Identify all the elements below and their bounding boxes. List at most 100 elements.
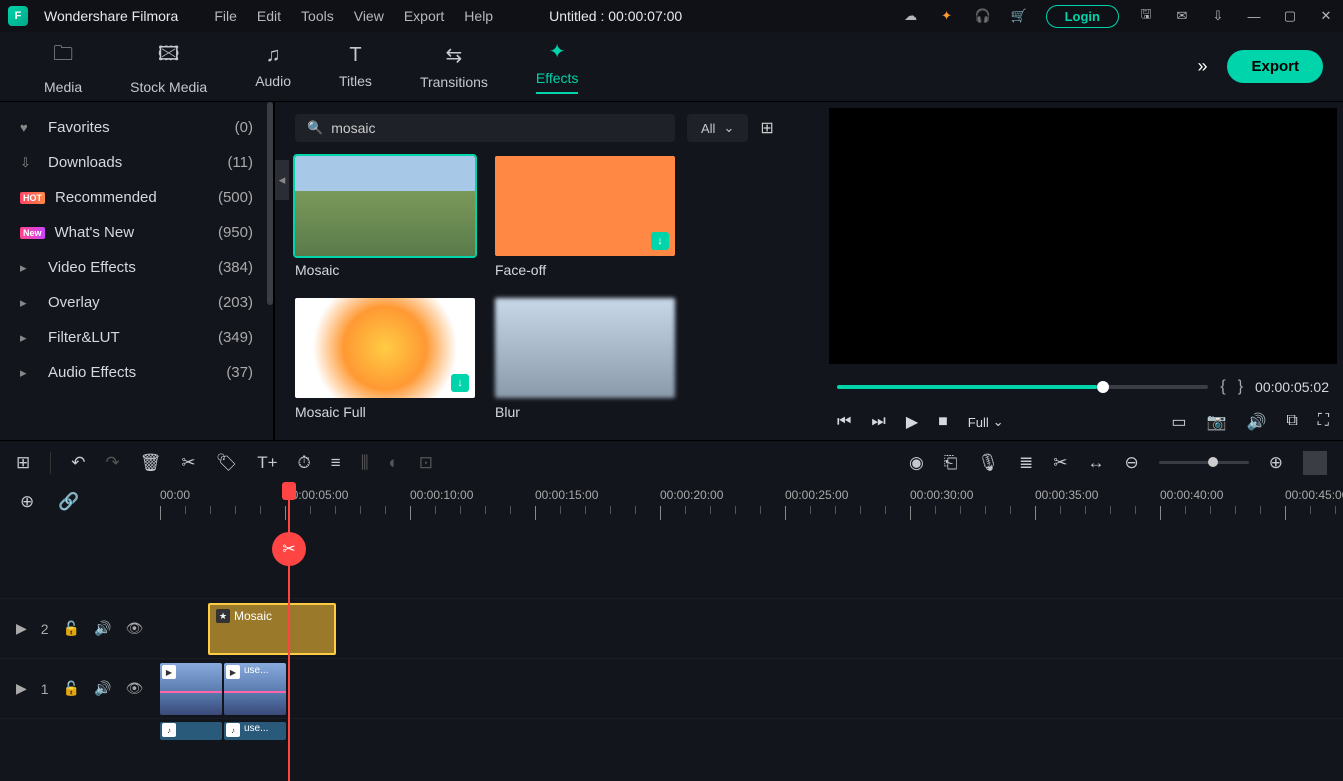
auto-ripple-icon[interactable]: ✂ [1053, 453, 1067, 473]
sidebar-filter-lut[interactable]: ▸ Filter&LUT (349) [0, 320, 273, 355]
zoom-slider[interactable] [1159, 461, 1249, 464]
snapshot-icon[interactable]: 📷 [1207, 412, 1227, 432]
mute-icon[interactable]: 🔊 [94, 620, 111, 637]
step-fwd-icon[interactable]: ⏭ [871, 413, 885, 431]
login-button[interactable]: Login [1046, 5, 1119, 28]
sparkle-icon[interactable]: ✦ [938, 7, 956, 25]
tag-icon[interactable]: 🏷 [216, 453, 238, 473]
maximize-icon[interactable]: ▢ [1281, 7, 1299, 25]
render-button[interactable] [1303, 451, 1327, 475]
eye-icon[interactable]: 👁 [125, 620, 143, 637]
sidebar-favorites[interactable]: ♥ Favorites (0) [0, 110, 273, 145]
effect-card-faceoff[interactable]: ↓ Face-off [495, 156, 675, 278]
download-icon[interactable]: ⇩ [1209, 7, 1227, 25]
sidebar-scrollbar[interactable] [267, 102, 273, 305]
sidebar-video-effects[interactable]: ▸ Video Effects (384) [0, 250, 273, 285]
lock-icon[interactable]: 🔓 [63, 680, 80, 697]
close-icon[interactable]: ✕ [1317, 7, 1335, 25]
mark-in-icon[interactable]: { [1220, 378, 1225, 396]
sidebar-downloads[interactable]: ⇩ Downloads (11) [0, 145, 273, 180]
redo-icon[interactable]: ↷ [106, 453, 120, 473]
scrub-handle[interactable] [1097, 381, 1109, 393]
search-input[interactable] [331, 120, 663, 136]
quality-dropdown[interactable]: Full ⌄ [968, 414, 1004, 430]
eye-icon[interactable]: 👁 [125, 680, 143, 697]
menu-file[interactable]: File [214, 8, 237, 24]
cloud-icon[interactable]: ☁ [902, 7, 920, 25]
add-text-icon[interactable]: T+ [257, 453, 277, 473]
menu-edit[interactable]: Edit [257, 8, 281, 24]
audio-clip[interactable]: ♪ [160, 722, 222, 740]
headset-icon[interactable]: 🎧 [974, 7, 992, 25]
cart-icon[interactable]: 🛒 [1010, 7, 1028, 25]
tab-media[interactable]: 🗀 Media [20, 39, 106, 95]
download-badge-icon[interactable]: ↓ [451, 374, 469, 392]
step-back-icon[interactable]: ⏮ [837, 413, 851, 431]
stop-icon[interactable]: ■ [938, 413, 948, 431]
crop-icon[interactable]: ⊡ [419, 453, 433, 473]
sidebar-collapse-button[interactable]: ◂ [275, 160, 289, 200]
split-handle-icon[interactable]: ✂ [272, 532, 306, 566]
tab-effects[interactable]: ✦ Effects [512, 39, 603, 94]
video-clip[interactable]: ▶use... [224, 663, 286, 715]
timeline-ruler[interactable]: 00:0000:00:05:0000:00:10:0000:00:15:0000… [160, 484, 1343, 524]
preview-scrubber[interactable] [837, 385, 1208, 389]
sidebar-recommended[interactable]: HOT Recommended (500) [0, 180, 273, 215]
delete-icon[interactable]: 🗑 [140, 453, 162, 473]
menu-tools[interactable]: Tools [301, 8, 334, 24]
bookmark-icon[interactable]: ⎗ [944, 453, 958, 473]
tab-stock-media[interactable]: 🖾 Stock Media [106, 39, 231, 95]
zoom-in-icon[interactable]: ⊕ [1269, 453, 1283, 473]
audio-adjust-icon[interactable]: ⫼ [361, 453, 369, 473]
filter-dropdown[interactable]: All ⌄ [687, 114, 748, 142]
grid-view-icon[interactable]: ⊞ [760, 118, 773, 138]
effect-card-mosaic-full[interactable]: ↓ Mosaic Full [295, 298, 475, 420]
search-box[interactable]: 🔍 [295, 114, 675, 142]
volume-icon[interactable]: 🔊 [1246, 412, 1266, 432]
save-icon[interactable]: 🖫 [1137, 7, 1155, 25]
marker-icon[interactable]: ◉ [909, 453, 924, 473]
track-play-icon[interactable]: ▶ [16, 680, 27, 697]
sidebar-whats-new[interactable]: New What's New (950) [0, 215, 273, 250]
download-badge-icon[interactable]: ↓ [651, 232, 669, 250]
add-track-icon[interactable]: ⊕ [20, 492, 34, 512]
fit-icon[interactable]: ↔ [1088, 453, 1105, 473]
minimize-icon[interactable]: — [1245, 7, 1263, 25]
color-icon[interactable]: ◐ [389, 453, 399, 473]
mixer-icon[interactable]: ≣ [1019, 453, 1033, 473]
pip-icon[interactable]: ⧉ [1286, 412, 1297, 432]
audio-clip[interactable]: ♪use... [224, 722, 286, 740]
menu-help[interactable]: Help [464, 8, 493, 24]
expand-tabs-icon[interactable]: » [1197, 56, 1207, 77]
effect-card-mosaic[interactable]: Mosaic [295, 156, 475, 278]
sidebar-audio-effects[interactable]: ▸ Audio Effects (37) [0, 355, 273, 390]
effect-thumb[interactable]: ↓ [295, 298, 475, 398]
playhead[interactable]: ✂ [288, 484, 290, 781]
menu-export[interactable]: Export [404, 8, 444, 24]
split-icon[interactable]: ✂ [181, 453, 195, 473]
speed-icon[interactable]: ⏱ [298, 453, 311, 473]
track-play-icon[interactable]: ▶ [16, 620, 27, 637]
mute-icon[interactable]: 🔊 [94, 680, 111, 697]
adjust-icon[interactable]: ≡ [331, 453, 341, 473]
fullscreen-icon[interactable]: ⛶ [1318, 412, 1329, 432]
menu-view[interactable]: View [354, 8, 384, 24]
tab-transitions[interactable]: ⇆ Transitions [396, 43, 512, 90]
link-icon[interactable]: 🔗 [58, 492, 79, 512]
effect-thumb[interactable]: ↓ [495, 156, 675, 256]
tab-titles[interactable]: T Titles [315, 44, 396, 89]
lock-icon[interactable]: 🔓 [63, 620, 80, 637]
tab-audio[interactable]: ♫ Audio [231, 44, 315, 89]
play-icon[interactable]: ▶ [906, 412, 918, 432]
screen-icon[interactable]: ▭ [1171, 412, 1186, 432]
video-clip[interactable]: ▶ [160, 663, 222, 715]
zoom-handle[interactable] [1208, 457, 1218, 467]
voiceover-icon[interactable]: 🎙 [977, 453, 999, 473]
zoom-out-icon[interactable]: ⊖ [1125, 453, 1139, 473]
sidebar-overlay[interactable]: ▸ Overlay (203) [0, 285, 273, 320]
undo-icon[interactable]: ↶ [71, 453, 85, 473]
manage-tracks-icon[interactable]: ⊞ [16, 453, 30, 473]
preview-viewport[interactable] [829, 108, 1337, 364]
effect-clip[interactable]: ★ Mosaic [208, 603, 336, 655]
mail-icon[interactable]: ✉ [1173, 7, 1191, 25]
